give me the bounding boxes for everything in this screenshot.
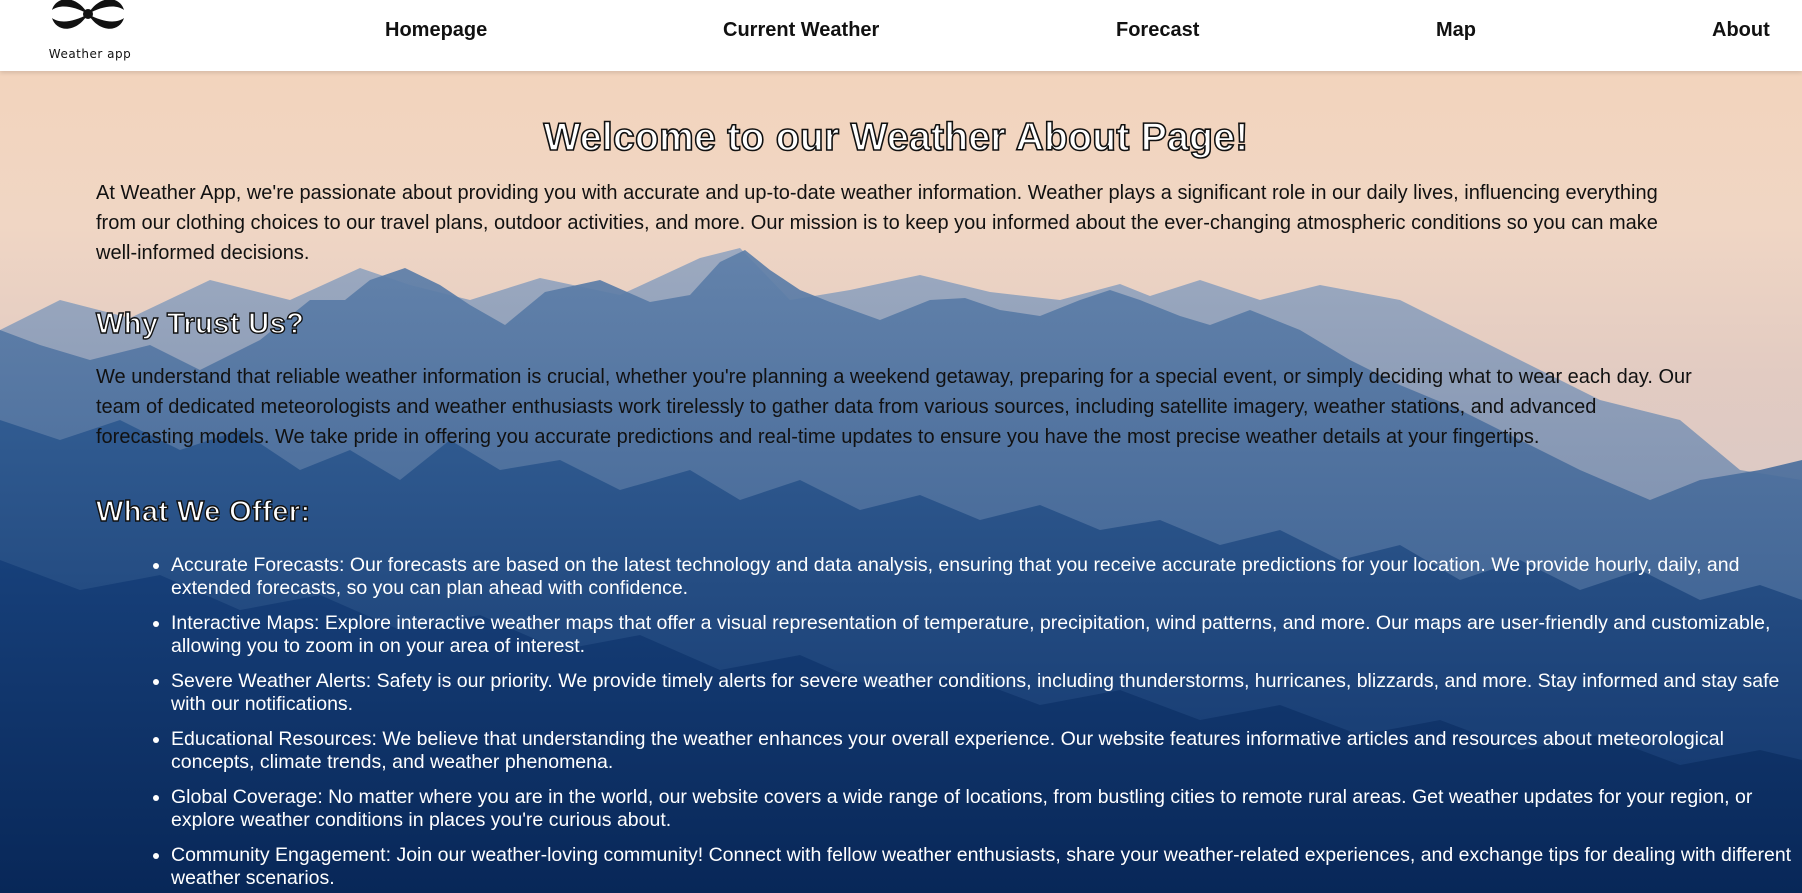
why-trust-heading: Why Trust Us? [95, 307, 305, 340]
swirl-logo-icon [52, 0, 124, 29]
offer-item-global-coverage: Global Coverage: No matter where you are… [171, 786, 1797, 832]
about-content: Welcome to our Weather About Page! At We… [95, 110, 1791, 893]
intro-paragraph: At Weather App, we're passionate about p… [96, 182, 1658, 264]
nav-current-weather[interactable]: Current Weather [723, 19, 879, 42]
page-title: Welcome to our Weather About Page! [543, 115, 1249, 160]
nav-forecast[interactable]: Forecast [1116, 19, 1199, 42]
offer-list: Accurate Forecasts: Our forecasts are ba… [96, 554, 1797, 890]
offer-item-interactive-maps: Interactive Maps: Explore interactive we… [171, 612, 1797, 658]
nav-about[interactable]: About [1712, 19, 1770, 42]
logo-text: Weather app [48, 47, 132, 61]
offer-item-community-engagement: Community Engagement: Join our weather-l… [171, 844, 1797, 890]
app-logo[interactable]: Weather app [38, 0, 138, 64]
nav-map[interactable]: Map [1436, 19, 1476, 42]
what-we-offer-heading: What We Offer: [95, 495, 311, 528]
trust-paragraph: We understand that reliable weather info… [96, 366, 1692, 448]
offer-item-severe-weather-alerts: Severe Weather Alerts: Safety is our pri… [171, 670, 1797, 716]
top-navbar: Weather app Homepage Current Weather For… [0, 0, 1802, 71]
offer-item-accurate-forecasts: Accurate Forecasts: Our forecasts are ba… [171, 554, 1797, 600]
nav-homepage[interactable]: Homepage [385, 19, 487, 42]
offer-item-educational-resources: Educational Resources: We believe that u… [171, 728, 1797, 774]
